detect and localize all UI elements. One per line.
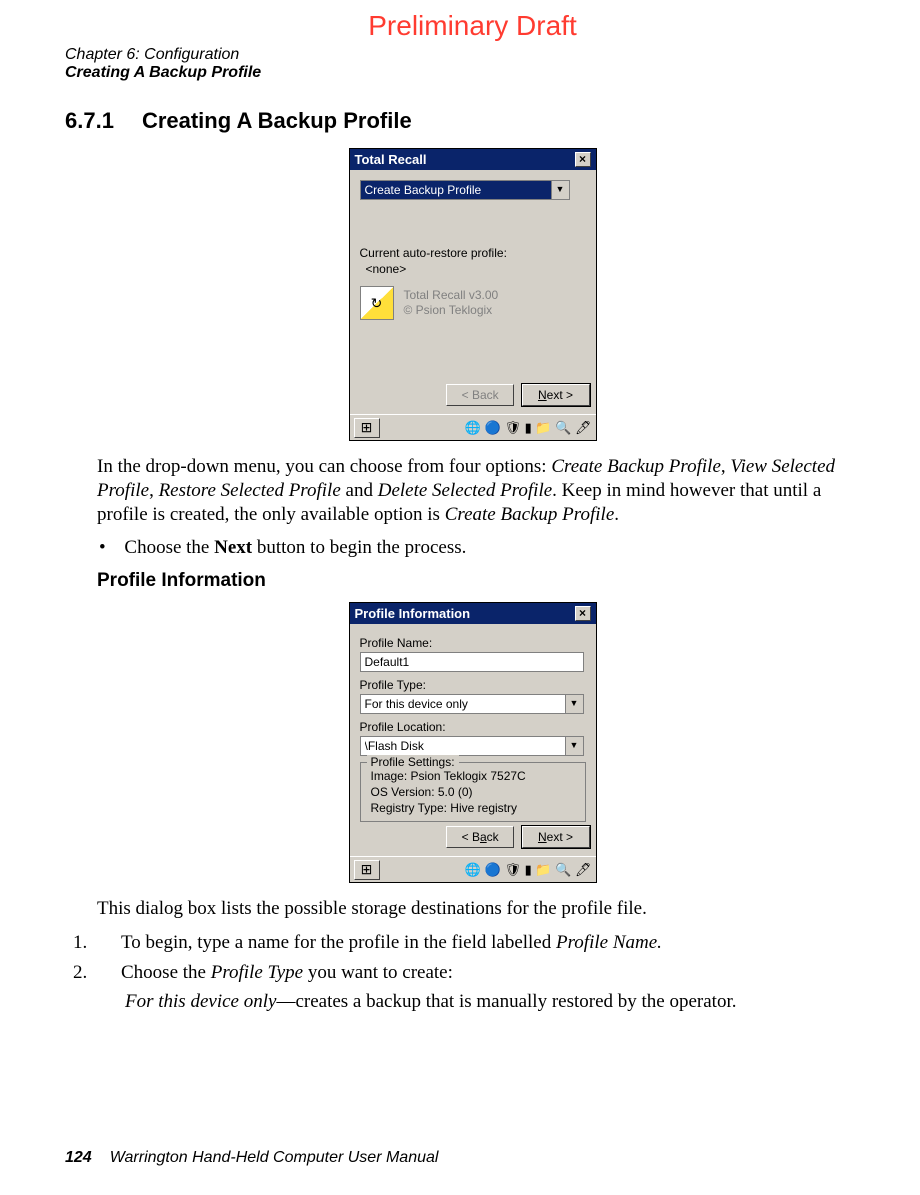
page-footer: 124 Warrington Hand-Held Computer User Ma… — [65, 1149, 438, 1167]
p1-comma-2: , — [149, 480, 159, 501]
chevron-down-icon[interactable]: ▼ — [565, 737, 583, 755]
close-icon[interactable]: × — [575, 606, 591, 621]
l3-b: —creates a backup that is manually resto… — [276, 991, 736, 1012]
b1-b: button to begin the process. — [252, 537, 466, 558]
footer-title: Warrington Hand-Held Computer User Manua… — [110, 1149, 439, 1166]
start-icon[interactable]: ⊞ — [354, 860, 380, 880]
profile-settings-group: Profile Settings: Image: Psion Teklogix … — [360, 762, 586, 822]
l2-i: Profile Type — [211, 962, 303, 983]
profile-location-value[interactable] — [361, 737, 565, 755]
back-button: < Back — [446, 384, 514, 406]
p1-opt-a2: Create Backup Profile — [445, 504, 615, 525]
list-item-2-note: For this device only—creates a backup th… — [125, 990, 848, 1015]
settings-image: Image: Psion Teklogix 7527C — [371, 769, 579, 783]
profile-type-label: Profile Type: — [360, 678, 586, 692]
profile-information-heading: Profile Information — [97, 570, 848, 592]
settings-registry: Registry Type: Hive registry — [371, 801, 579, 815]
chapter-subtitle: Creating A Backup Profile — [65, 64, 880, 82]
p1-comma-1: , — [721, 456, 731, 477]
dialog-titlebar: Profile Information × — [350, 603, 596, 624]
b1-a: Choose the — [124, 537, 214, 558]
next-button[interactable]: Next > — [522, 826, 590, 848]
profile-information-dialog: Profile Information × Profile Name: Prof… — [349, 602, 597, 883]
taskbar: ⊞ 🌐 🔵 🛡 ▮ 📁 🔍 🖊 — [350, 414, 596, 440]
dialog-title: Profile Information — [355, 606, 471, 621]
profile-name-field[interactable] — [361, 653, 583, 671]
system-tray: 🌐 🔵 🛡 ▮ 📁 🔍 🖊 — [465, 420, 592, 436]
p1-text-a: In the drop-down menu, you can choose fr… — [97, 456, 551, 477]
profile-name-label: Profile Name: — [360, 636, 586, 650]
list-item-1: 1.To begin, type a name for the profile … — [125, 931, 848, 956]
list-item-2: 2.Choose the Profile Type you want to cr… — [125, 961, 848, 986]
action-dropdown[interactable]: ▼ — [360, 180, 570, 200]
section-title: Creating A Backup Profile — [142, 108, 412, 133]
settings-os: OS Version: 5.0 (0) — [371, 785, 579, 799]
close-icon[interactable]: × — [575, 152, 591, 167]
profile-type-value[interactable] — [361, 695, 565, 713]
auto-restore-value: <none> — [366, 262, 586, 276]
page-number: 124 — [65, 1149, 92, 1166]
system-tray: 🌐 🔵 🛡 ▮ 📁 🔍 🖊 — [465, 862, 592, 878]
l1-i: Profile Name. — [556, 932, 662, 953]
l1-a: To begin, type a name for the profile in… — [121, 932, 556, 953]
profile-name-input[interactable] — [360, 652, 584, 672]
list-number-1: 1. — [99, 931, 121, 956]
taskbar: ⊞ 🌐 🔵 🛡 ▮ 📁 🔍 🖊 — [350, 856, 596, 882]
list-number-2: 2. — [99, 961, 121, 986]
profile-location-dropdown[interactable]: ▼ — [360, 736, 584, 756]
about-text: Total Recall v3.00 © Psion Teklogix — [404, 288, 499, 318]
profile-type-dropdown[interactable]: ▼ — [360, 694, 584, 714]
preliminary-draft-header: Preliminary Draft — [65, 10, 880, 42]
section-heading: 6.7.1 Creating A Backup Profile — [65, 108, 880, 134]
profile-location-label: Profile Location: — [360, 720, 586, 734]
bullet-1: Choose the Next button to begin the proc… — [121, 536, 848, 560]
about-line-1: Total Recall v3.00 — [404, 288, 499, 303]
dialog-title: Total Recall — [355, 152, 427, 167]
p1-text-c: . — [614, 504, 619, 525]
auto-restore-label: Current auto-restore profile: — [360, 246, 586, 260]
l3-i: For this device only — [125, 991, 276, 1012]
start-icon[interactable]: ⊞ — [354, 418, 380, 438]
paragraph-2: This dialog box lists the possible stora… — [97, 897, 848, 921]
l2-b: you want to create: — [303, 962, 453, 983]
p1-and: and — [341, 480, 378, 501]
next-button[interactable]: Next > — [522, 384, 590, 406]
l2-a: Choose the — [121, 962, 211, 983]
b1-bold: Next — [214, 537, 252, 558]
chevron-down-icon[interactable]: ▼ — [551, 181, 569, 199]
chapter-line: Chapter 6: Configuration — [65, 46, 880, 64]
app-icon: ↻ — [360, 286, 394, 320]
paragraph-1: In the drop-down menu, you can choose fr… — [97, 455, 848, 526]
next-label-rest: ext > — [547, 388, 573, 402]
dialog-titlebar: Total Recall × — [350, 149, 596, 170]
chevron-down-icon[interactable]: ▼ — [565, 695, 583, 713]
p1-opt-d: Delete Selected Profile — [378, 480, 552, 501]
back-button[interactable]: < Back — [446, 826, 514, 848]
section-number: 6.7.1 — [65, 108, 114, 134]
profile-settings-label: Profile Settings: — [367, 755, 459, 769]
action-dropdown-value[interactable] — [361, 181, 551, 199]
p1-opt-a: Create Backup Profile — [551, 456, 721, 477]
about-line-2: © Psion Teklogix — [404, 303, 499, 318]
total-recall-dialog: Total Recall × ▼ Current auto-restore pr… — [349, 148, 597, 441]
p1-opt-c: Restore Selected Profile — [159, 480, 341, 501]
